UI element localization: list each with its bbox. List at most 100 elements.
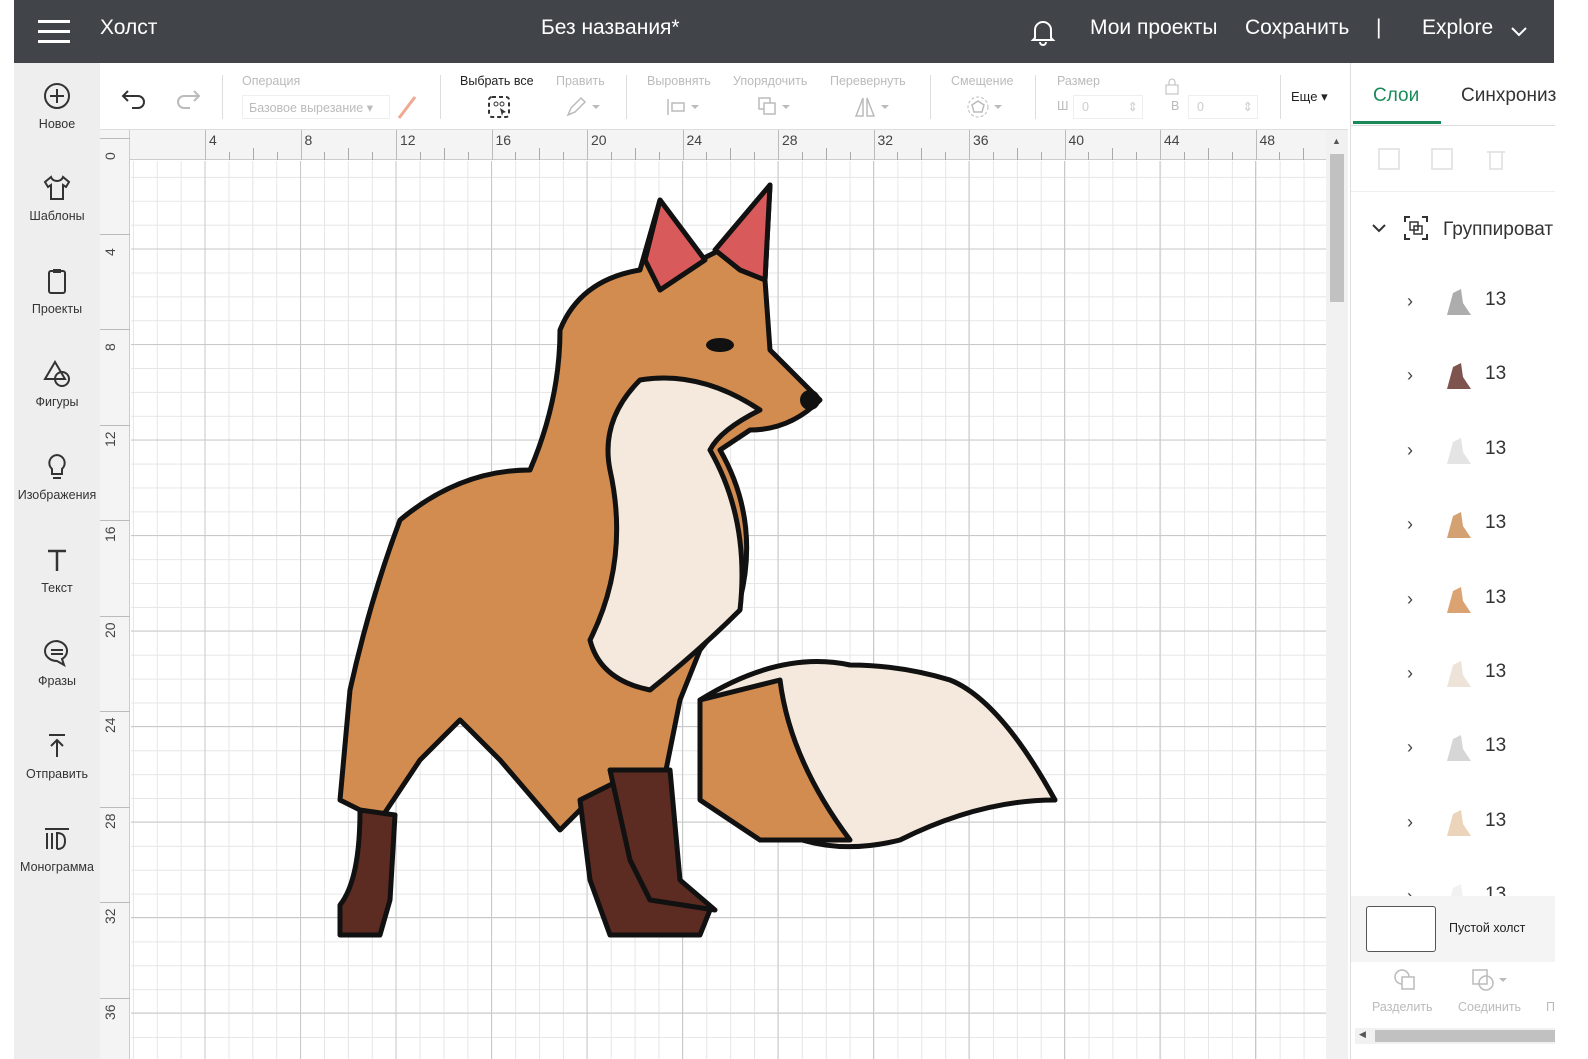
sidebar-item-shapes[interactable]: Фигуры bbox=[14, 359, 100, 409]
ruler-label: 36 bbox=[973, 132, 989, 148]
upload-icon bbox=[49, 734, 65, 757]
sidebar-item-projects[interactable]: Проекты bbox=[14, 266, 100, 316]
combine-label[interactable]: Соединить bbox=[1458, 1000, 1521, 1014]
arrange-icon[interactable] bbox=[756, 95, 796, 119]
split-icon[interactable] bbox=[1393, 968, 1417, 992]
save-button[interactable]: Сохранить bbox=[1245, 16, 1349, 40]
ruler-label: 32 bbox=[102, 908, 118, 924]
tab-layers[interactable]: Слои bbox=[1373, 85, 1419, 107]
sidebar-label: Изображения bbox=[17, 488, 97, 502]
arrange-label: Упорядочить bbox=[733, 74, 808, 88]
chevron-right-icon[interactable]: › bbox=[1407, 812, 1413, 833]
chevron-right-icon[interactable]: › bbox=[1407, 440, 1413, 461]
offset-label: Смещение bbox=[951, 74, 1014, 88]
more-menu[interactable]: Еще ▾ bbox=[1291, 89, 1328, 105]
menu-icon[interactable] bbox=[38, 20, 70, 43]
sidebar-item-templates[interactable]: Шаблоны bbox=[14, 173, 100, 223]
lock-icon[interactable] bbox=[1164, 77, 1180, 95]
layer-item[interactable]: › 13 bbox=[1351, 645, 1555, 705]
operation-label: Операция bbox=[242, 74, 301, 88]
layer-thumbnail bbox=[1447, 512, 1471, 539]
explore-menu[interactable]: Explore bbox=[1422, 16, 1493, 40]
bell-icon[interactable] bbox=[1030, 18, 1056, 46]
sidebar-item-phrases[interactable]: Фразы bbox=[14, 638, 100, 688]
color-swatch-icon[interactable] bbox=[394, 93, 420, 121]
layer-item[interactable]: › 13 bbox=[1351, 496, 1555, 556]
tab-sync[interactable]: Синхрониз bbox=[1461, 85, 1556, 107]
layer-item[interactable]: › 13 bbox=[1351, 422, 1555, 482]
sidebar-label: Текст bbox=[41, 581, 73, 595]
chevron-down-icon[interactable] bbox=[1371, 223, 1387, 235]
select-all-icon[interactable] bbox=[487, 95, 511, 119]
document-title: Без названия* bbox=[541, 16, 680, 39]
sidebar-label: Монограмма bbox=[20, 860, 94, 874]
blank-canvas-row[interactable]: Пустой холст bbox=[1351, 896, 1555, 962]
sidebar-item-upload[interactable]: Отправить bbox=[14, 731, 100, 781]
sidebar-label: Шаблоны bbox=[29, 209, 85, 223]
pencil-icon[interactable] bbox=[564, 95, 604, 119]
ruler-label: 0 bbox=[102, 152, 118, 160]
group-layer-label[interactable]: Группироват bbox=[1443, 219, 1553, 241]
ruler-tick bbox=[100, 806, 130, 808]
truncated-action-label[interactable]: П bbox=[1546, 1000, 1555, 1014]
horizontal-scrollbar[interactable]: ◀ bbox=[1355, 1028, 1555, 1044]
layer-item[interactable]: › 13 bbox=[1351, 273, 1555, 333]
align-icon[interactable] bbox=[665, 95, 705, 119]
layer-label: 13 bbox=[1485, 512, 1507, 534]
layer-item[interactable]: › 13 bbox=[1351, 794, 1555, 854]
divider: | bbox=[1376, 16, 1382, 39]
sidebar-item-new[interactable]: Новое bbox=[14, 81, 100, 131]
scrollbar-thumb[interactable] bbox=[1330, 154, 1344, 302]
ruler-label: 44 bbox=[1164, 132, 1180, 148]
layer-label: 13 bbox=[1485, 586, 1507, 608]
operation-select[interactable]: Базовое вырезание ▾ bbox=[242, 95, 390, 119]
redo-icon[interactable] bbox=[172, 87, 202, 111]
chevron-right-icon[interactable]: › bbox=[1407, 663, 1413, 684]
undo-icon[interactable] bbox=[120, 87, 150, 111]
chevron-right-icon[interactable]: › bbox=[1407, 514, 1413, 535]
canvas-grid[interactable] bbox=[131, 161, 1326, 1059]
chevron-right-icon[interactable]: › bbox=[1407, 291, 1413, 312]
height-label: В bbox=[1171, 99, 1180, 113]
flip-icon[interactable] bbox=[853, 95, 893, 119]
chevron-right-icon[interactable]: › bbox=[1407, 365, 1413, 386]
scroll-up-icon: ▲ bbox=[1332, 136, 1341, 146]
offset-icon[interactable] bbox=[966, 95, 1006, 119]
combine-icon[interactable] bbox=[1471, 968, 1511, 992]
plus-circle-icon bbox=[44, 83, 70, 109]
divider bbox=[1035, 75, 1036, 119]
sidebar-item-monogram[interactable]: Монограмма bbox=[14, 824, 100, 874]
vertical-scrollbar[interactable]: ▲ bbox=[1326, 130, 1348, 1059]
ruler-tick bbox=[587, 130, 588, 160]
sidebar-item-images[interactable]: Изображения bbox=[14, 452, 100, 502]
layer-item[interactable]: › 13 bbox=[1351, 571, 1555, 631]
fox-image[interactable] bbox=[131, 161, 1326, 1059]
chevron-right-icon[interactable]: › bbox=[1407, 737, 1413, 758]
ruler-tick bbox=[205, 130, 206, 160]
blank-canvas-label: Пустой холст bbox=[1449, 921, 1526, 935]
layer-item[interactable]: › 13 bbox=[1351, 347, 1555, 407]
ruler-tick bbox=[1160, 130, 1161, 160]
ruler-tick bbox=[491, 130, 493, 160]
chevron-right-icon[interactable]: › bbox=[1407, 589, 1413, 610]
ruler-tick bbox=[100, 615, 130, 617]
height-input[interactable]: 0 ⇕ bbox=[1188, 95, 1258, 119]
layer-item[interactable]: › 13 bbox=[1351, 719, 1555, 779]
ruler-label: 20 bbox=[591, 132, 607, 148]
width-input[interactable]: 0 ⇕ bbox=[1073, 95, 1143, 119]
sidebar-item-text[interactable]: Текст bbox=[14, 545, 100, 595]
layer-label: 13 bbox=[1485, 437, 1507, 459]
speech-bubble-icon bbox=[44, 639, 69, 668]
layer-label: 13 bbox=[1485, 735, 1507, 757]
ruler-label: 16 bbox=[495, 132, 512, 148]
ruler-label: 48 bbox=[1259, 132, 1276, 148]
layer-thumbnail bbox=[1447, 363, 1471, 390]
select-all-label: Выбрать все bbox=[460, 74, 534, 88]
my-projects-link[interactable]: Мои проекты bbox=[1090, 16, 1218, 40]
ruler-tick bbox=[873, 130, 875, 160]
blank-canvas-swatch[interactable] bbox=[1366, 906, 1436, 952]
chevron-down-icon[interactable] bbox=[1510, 26, 1528, 38]
vertical-ruler: 0 4 8 12 16 20 24 28 32 36 bbox=[100, 130, 130, 1059]
monogram-icon bbox=[45, 828, 69, 850]
split-label[interactable]: Разделить bbox=[1372, 1000, 1433, 1014]
